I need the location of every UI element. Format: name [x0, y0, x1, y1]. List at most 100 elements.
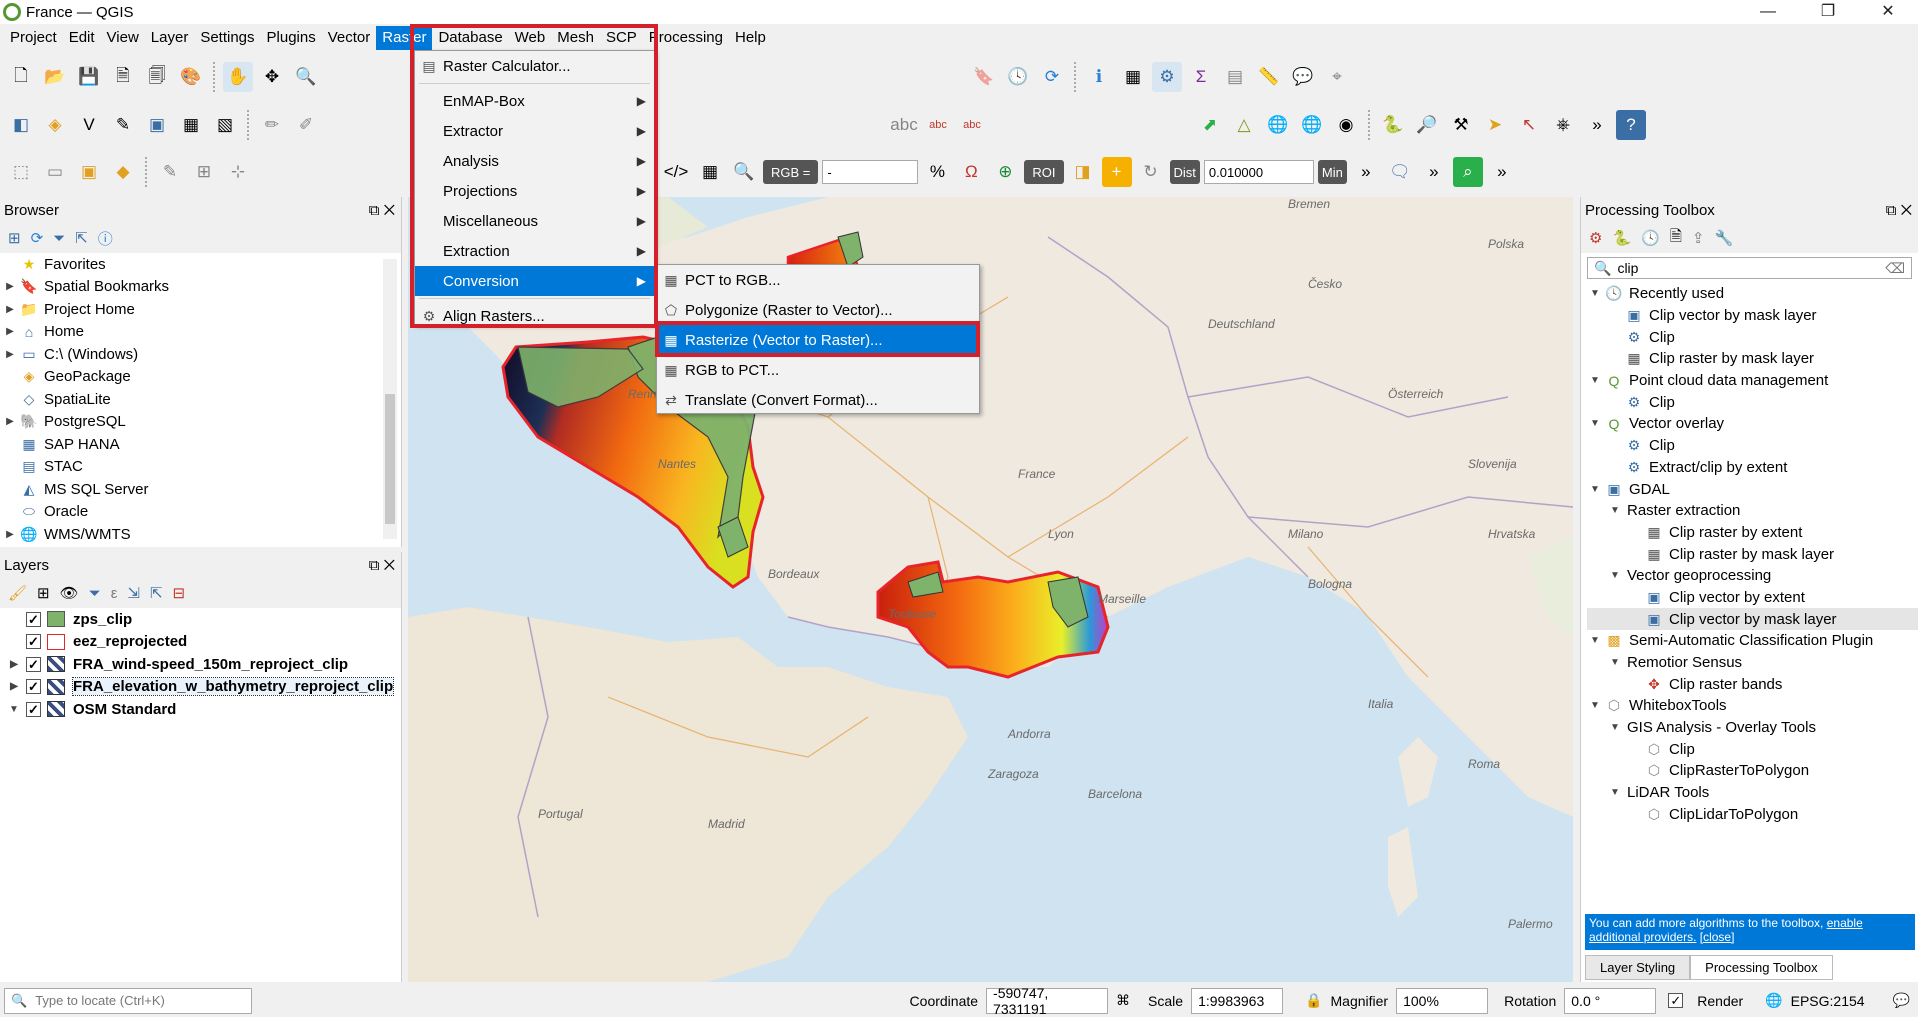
scripts-icon[interactable]: 🐍: [1612, 229, 1631, 247]
crs-label[interactable]: EPSG:2154: [1791, 993, 1865, 1009]
toggle-editing-icon[interactable]: ✐: [291, 110, 321, 140]
new-bookmark-icon[interactable]: 🔖: [969, 62, 999, 92]
layer-visibility-checkbox[interactable]: ✓: [26, 701, 41, 717]
label-abc-icon[interactable]: abc: [923, 110, 953, 140]
locator-search[interactable]: 🔍 Type to locate (Ctrl+K): [4, 987, 252, 1014]
expand-arrow-icon[interactable]: ▶: [2, 304, 18, 315]
refresh-browser-icon[interactable]: ⟳: [31, 229, 44, 247]
new-print-layout-icon[interactable]: 🗎: [108, 62, 138, 92]
cursor-tool-icon[interactable]: ↖: [1514, 110, 1544, 140]
filter-legend-icon[interactable]: ⏷: [89, 585, 101, 602]
crs-icon[interactable]: 🌐: [1765, 992, 1782, 1009]
zoom-in-icon[interactable]: 🔍: [291, 62, 321, 92]
python-console-icon[interactable]: 🐍: [1378, 110, 1408, 140]
filter-expression-icon[interactable]: ε: [111, 585, 118, 602]
raster-menu-item[interactable]: Extraction ▶: [415, 236, 654, 266]
conversion-menu-item[interactable]: ⇄ Translate (Convert Format)...: [657, 385, 979, 415]
toolbox-algorithm[interactable]: ⚙ Extract/clip by extent: [1587, 457, 1918, 479]
zoom-plus-icon[interactable]: ⊕: [990, 157, 1020, 187]
layer-item[interactable]: ▶ ✓ FRA_elevation_w_bathymetry_reproject_c…: [6, 676, 401, 699]
new-project-icon[interactable]: 🗋: [6, 62, 36, 92]
label-tool-icon[interactable]: abc: [889, 110, 919, 140]
select-feature-icon[interactable]: ⬈: [1195, 110, 1225, 140]
tab-processing-toolbox[interactable]: Processing Toolbox: [1690, 955, 1833, 980]
edit-pencil-icon[interactable]: ✏: [257, 110, 287, 140]
annotation-icon[interactable]: 🗨: [1385, 157, 1415, 187]
toolbox-algorithm[interactable]: ▼ Raster extraction: [1587, 500, 1918, 522]
search-tool-icon[interactable]: 🔎: [1412, 110, 1442, 140]
scale-field[interactable]: 1:9983963: [1191, 987, 1284, 1014]
stretch-icon[interactable]: Ω: [956, 157, 986, 187]
raster-menu-item[interactable]: Conversion ▶: [415, 266, 654, 296]
new-shapefile-icon[interactable]: V: [74, 110, 104, 140]
menu-vector[interactable]: Vector: [322, 26, 377, 50]
toolbox-group[interactable]: ▼ 🕓 Recently used: [1587, 283, 1918, 305]
field-calculator-icon[interactable]: ⊞: [189, 157, 219, 187]
add-selected-layers-icon[interactable]: ⊞: [8, 229, 21, 247]
models-icon[interactable]: ⚙: [1589, 229, 1602, 247]
tab-layer-styling[interactable]: Layer Styling: [1585, 955, 1691, 980]
expand-arrow-icon[interactable]: ▼: [1587, 375, 1603, 386]
html-tool-icon[interactable]: </>: [661, 157, 691, 187]
toolbox-algorithm[interactable]: ▼ LiDAR Tools: [1587, 782, 1918, 804]
close-info-link[interactable]: [close]: [1700, 930, 1735, 944]
add-wms-layer-icon[interactable]: ▧: [210, 110, 240, 140]
results-viewer-icon[interactable]: 🗎: [1670, 226, 1682, 251]
data-source-manager-icon[interactable]: ◧: [6, 110, 36, 140]
options-icon[interactable]: 🔧: [1714, 229, 1733, 247]
roi-tool-icon[interactable]: ◨: [1068, 157, 1098, 187]
scp-dock-icon[interactable]: ▦: [695, 157, 725, 187]
toolbox-algorithm[interactable]: ▼ GIS Analysis - Overlay Tools: [1587, 717, 1918, 739]
panel-float-close-icon[interactable]: ⧉ ✕: [369, 202, 395, 219]
expand-arrow-icon[interactable]: ▼: [1587, 700, 1603, 711]
identify-icon[interactable]: ℹ: [1084, 62, 1114, 92]
attribute-table-icon[interactable]: ▦: [1118, 62, 1148, 92]
browser-item[interactable]: ▦ SAP HANA: [2, 433, 401, 456]
save-project-icon[interactable]: 💾: [74, 62, 104, 92]
minimize-button[interactable]: —: [1738, 0, 1798, 24]
more-tools-icon[interactable]: »: [1582, 110, 1612, 140]
menu-processing[interactable]: Processing: [643, 26, 729, 50]
properties-icon[interactable]: ⓘ: [98, 228, 113, 249]
raster-menu-item[interactable]: EnMAP-Box ▶: [415, 86, 654, 116]
raster-menu-item[interactable]: Projections ▶: [415, 176, 654, 206]
globe-icon[interactable]: 🌐: [1263, 110, 1293, 140]
panel-float-close-icon[interactable]: ⧉ ✕: [369, 557, 395, 574]
panel-float-close-icon[interactable]: ⧉ ✕: [1886, 202, 1912, 219]
menu-scp[interactable]: SCP: [600, 26, 643, 50]
zoom-tool-icon[interactable]: 🔍: [729, 157, 759, 187]
toolbox-algorithm[interactable]: ▣ Clip vector by mask layer: [1587, 305, 1918, 327]
messages-icon[interactable]: 💬: [1893, 992, 1910, 1009]
conversion-menu-item[interactable]: ▦ RGB to PCT...: [657, 355, 979, 385]
browser-item[interactable]: ◭ MS SQL Server: [2, 478, 401, 501]
menu-mesh[interactable]: Mesh: [551, 26, 600, 50]
pan-map-icon[interactable]: ✋: [223, 62, 253, 92]
expand-arrow-icon[interactable]: ▼: [1587, 418, 1603, 429]
toolbox-algorithm[interactable]: ▣ Clip vector by extent: [1587, 587, 1918, 609]
expand-arrow-icon[interactable]: ▼: [6, 704, 22, 715]
toolbox-group[interactable]: ▼ ▣ GDAL: [1587, 478, 1918, 500]
raster-menu-item[interactable]: ▤ Raster Calculator...: [415, 51, 654, 81]
locate-icon[interactable]: ⌖: [1322, 62, 1352, 92]
menu-plugins[interactable]: Plugins: [261, 26, 322, 50]
collapse-all-icon[interactable]: ⇱: [75, 229, 88, 247]
toolbox-algorithm[interactable]: ⬡ ClipLidarToPolygon: [1587, 804, 1918, 826]
browser-item[interactable]: ★ Favorites: [2, 253, 401, 276]
style-manager-icon[interactable]: 🎨: [176, 62, 206, 92]
toolbox-group[interactable]: ▼ ▩ Semi-Automatic Classification Plugin: [1587, 630, 1918, 652]
toolbox-algorithm[interactable]: ⚙ Clip: [1587, 435, 1918, 457]
expand-arrow-icon[interactable]: ▼: [1607, 722, 1623, 733]
toolbox-algorithm[interactable]: ⬡ Clip: [1587, 738, 1918, 760]
menu-help[interactable]: Help: [729, 26, 772, 50]
layer-item[interactable]: ▼ ✓ OSM Standard: [6, 698, 401, 721]
toolbox-algorithm[interactable]: ▣ Clip vector by mask layer: [1587, 608, 1918, 630]
expand-arrow-icon[interactable]: ▼: [1607, 787, 1623, 798]
toolbox-algorithm[interactable]: ▦ Clip raster by extent: [1587, 522, 1918, 544]
close-button[interactable]: ✕: [1858, 0, 1918, 24]
select-by-expression-icon[interactable]: ▣: [74, 157, 104, 187]
menu-view[interactable]: View: [101, 26, 145, 50]
open-project-icon[interactable]: 📂: [40, 62, 70, 92]
overflow-icon[interactable]: »: [1487, 157, 1517, 187]
toolbox-algorithm[interactable]: ▦ Clip raster by mask layer: [1587, 543, 1918, 565]
globe-2-icon[interactable]: 🌐: [1297, 110, 1327, 140]
